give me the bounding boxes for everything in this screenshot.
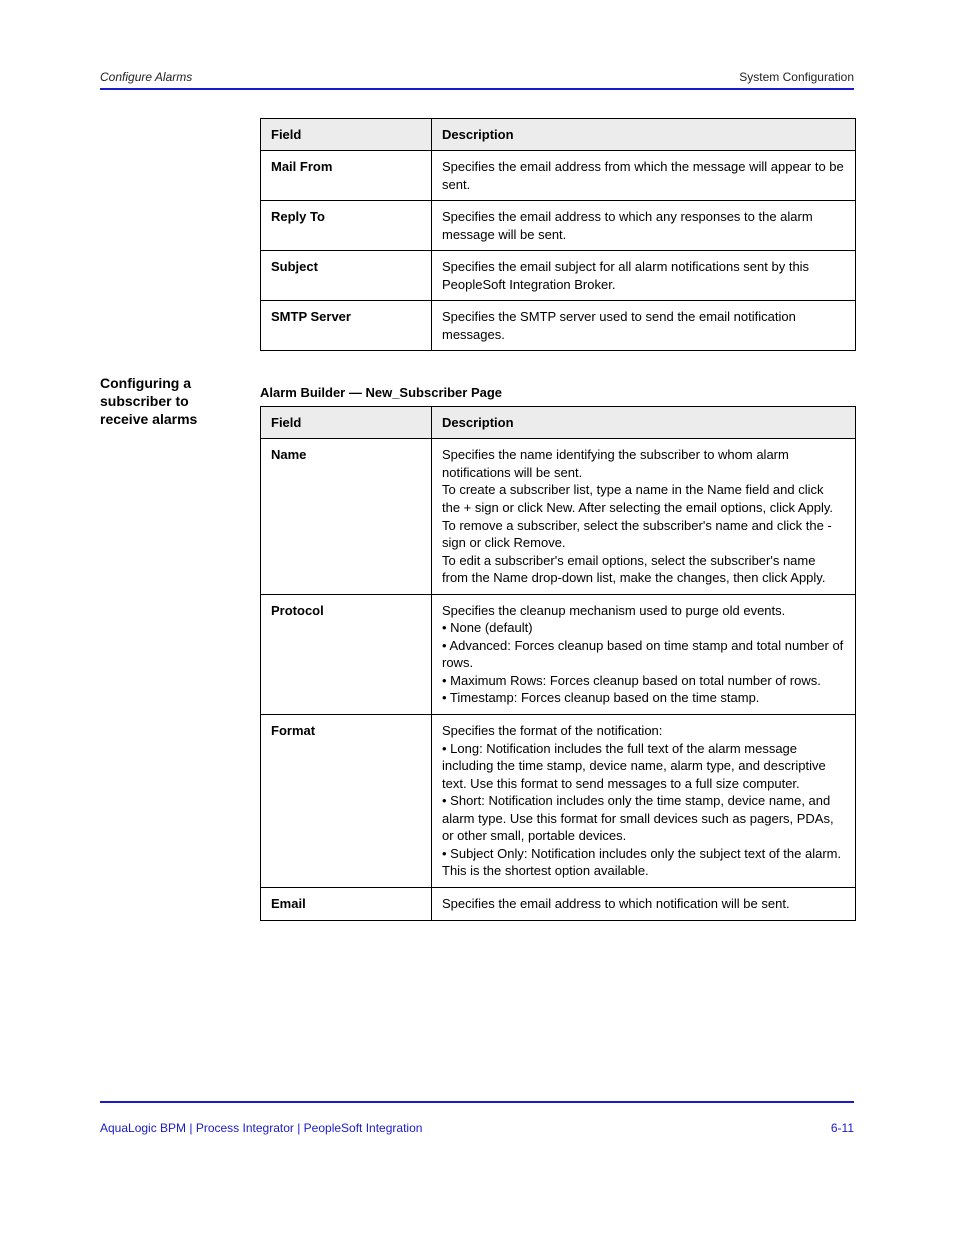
- footer-rule: [100, 1101, 854, 1103]
- table-row: SubjectSpecifies the email subject for a…: [261, 251, 856, 301]
- footer-left: AquaLogic BPM | Process Integrator | Peo…: [100, 1121, 422, 1135]
- left-note: Configuring a subscriber to receive alar…: [100, 374, 240, 429]
- table2-header-field: Field: [261, 407, 432, 439]
- table2-field: Email: [261, 887, 432, 920]
- table-row: FormatSpecifies the format of the notifi…: [261, 715, 856, 888]
- table-row: EmailSpecifies the email address to whic…: [261, 887, 856, 920]
- header-rule: [100, 88, 854, 90]
- table1-desc: Specifies the email address to which any…: [432, 201, 856, 251]
- header-left: Configure Alarms: [100, 70, 192, 84]
- table1-header-field: Field: [261, 119, 432, 151]
- table1-field: Reply To: [261, 201, 432, 251]
- table1-desc: Specifies the SMTP server used to send t…: [432, 301, 856, 351]
- table2-caption: Alarm Builder — New_Subscriber Page: [260, 385, 854, 400]
- table-row: SMTP ServerSpecifies the SMTP server use…: [261, 301, 856, 351]
- table2-field: Protocol: [261, 594, 432, 714]
- table-alarm-fields: Field Description Mail FromSpecifies the…: [260, 118, 856, 351]
- table2-field: Name: [261, 439, 432, 594]
- table2-desc: Specifies the email address to which not…: [432, 887, 856, 920]
- table2-desc: Specifies the name identifying the subsc…: [432, 439, 856, 594]
- table-row: ProtocolSpecifies the cleanup mechanism …: [261, 594, 856, 714]
- table-row: NameSpecifies the name identifying the s…: [261, 439, 856, 594]
- table1-field: SMTP Server: [261, 301, 432, 351]
- table2-field: Format: [261, 715, 432, 888]
- table-row: Mail FromSpecifies the email address fro…: [261, 151, 856, 201]
- table1-desc: Specifies the email subject for all alar…: [432, 251, 856, 301]
- table1-field: Subject: [261, 251, 432, 301]
- table2-header-desc: Description: [432, 407, 856, 439]
- table1-field: Mail From: [261, 151, 432, 201]
- table-row: Reply ToSpecifies the email address to w…: [261, 201, 856, 251]
- header-right: System Configuration: [739, 70, 854, 84]
- table-subscriber-fields: Field Description NameSpecifies the name…: [260, 406, 856, 920]
- table1-desc: Specifies the email address from which t…: [432, 151, 856, 201]
- footer-right: 6-11: [831, 1121, 854, 1135]
- table2-desc: Specifies the format of the notification…: [432, 715, 856, 888]
- table1-header-desc: Description: [432, 119, 856, 151]
- table2-desc: Specifies the cleanup mechanism used to …: [432, 594, 856, 714]
